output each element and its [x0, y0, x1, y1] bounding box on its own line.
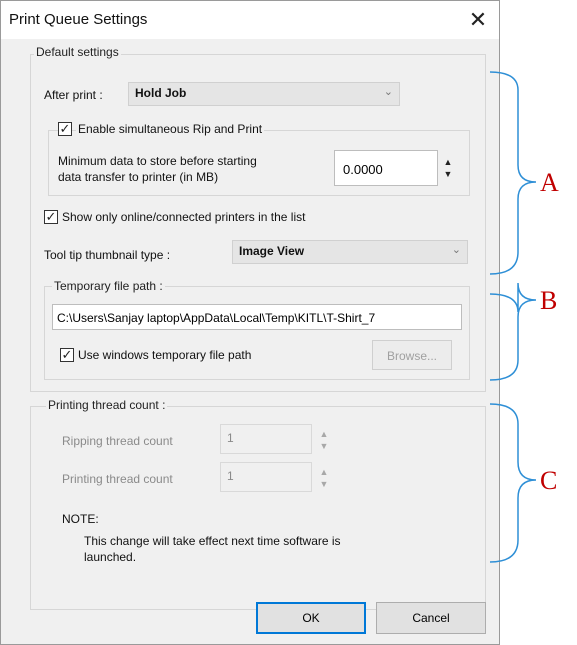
annotation-b: B — [540, 286, 558, 315]
annotation-a: A — [540, 168, 559, 197]
annotation-c: C — [540, 466, 558, 495]
bracket-b — [489, 282, 537, 381]
bracket-a — [489, 71, 537, 275]
bracket-c — [489, 403, 537, 563]
annotation-brackets — [489, 71, 537, 563]
